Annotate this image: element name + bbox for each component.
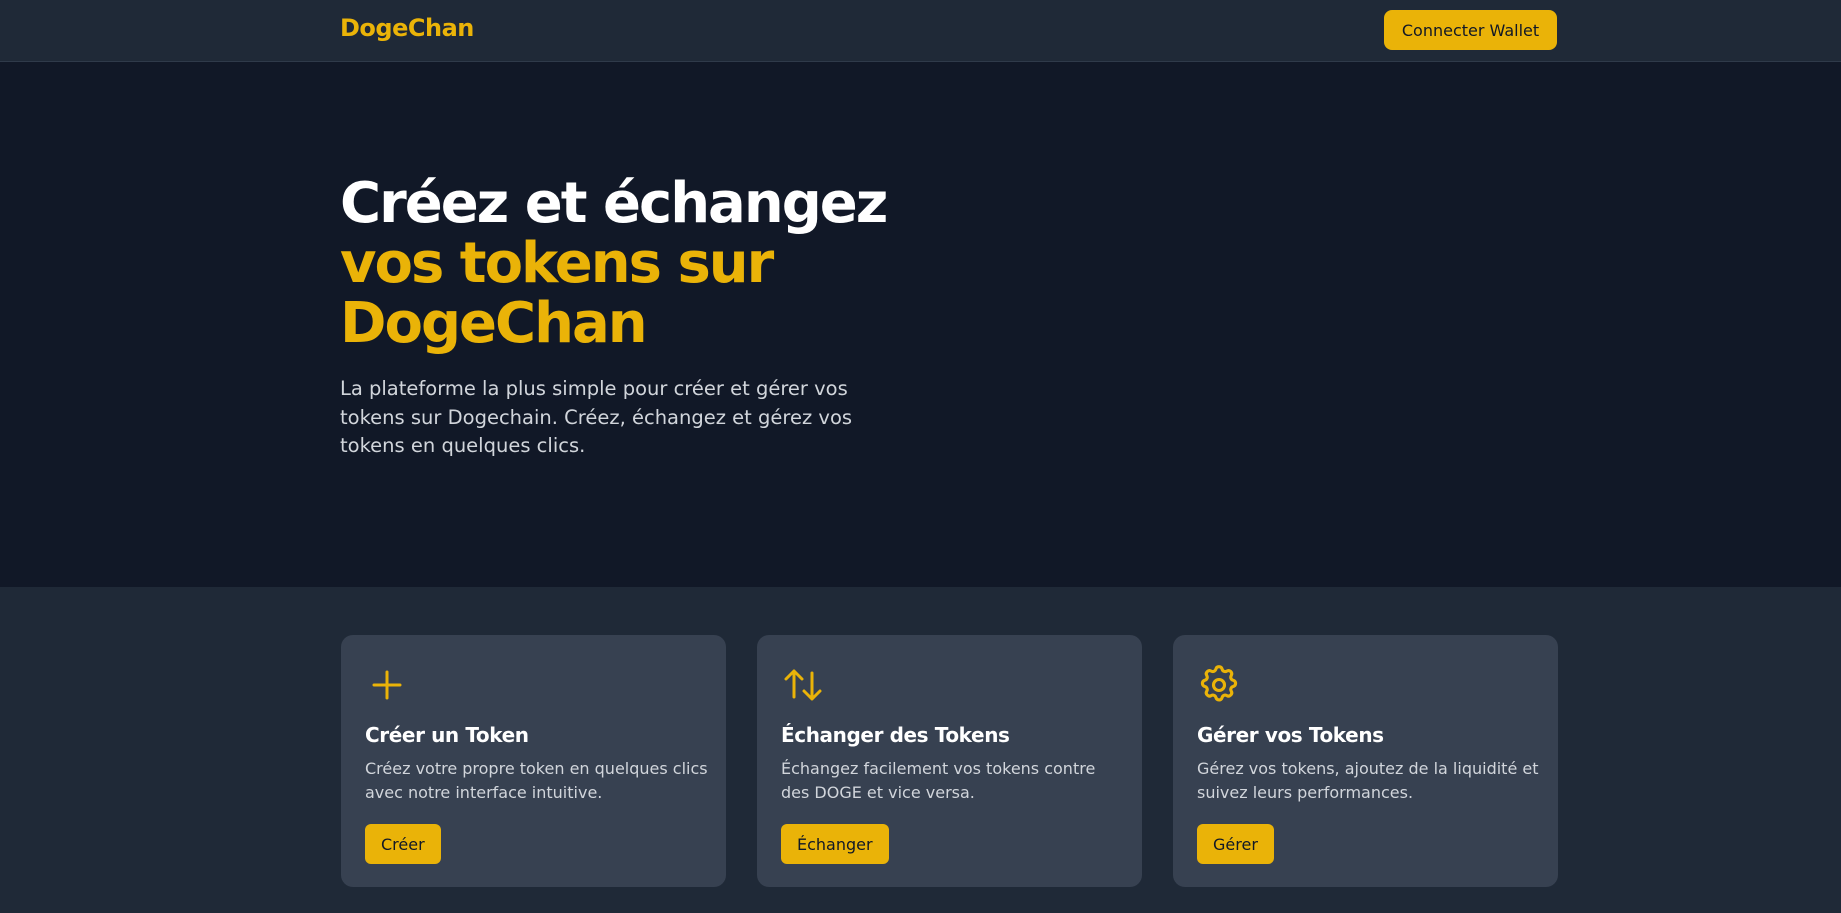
feature-description: Créez votre propre token en quelques cli… bbox=[365, 759, 708, 802]
plus-icon bbox=[365, 663, 409, 707]
brand-logo[interactable]: DogeChan bbox=[340, 14, 474, 42]
hero-title: Créez et échangez vos tokens sur DogeCha… bbox=[340, 174, 960, 354]
gear-icon bbox=[1197, 663, 1241, 707]
features-section: Créer un Token Créez votre propre token … bbox=[0, 587, 1841, 913]
feature-title: Échanger des Tokens bbox=[781, 723, 1010, 747]
exchange-tokens-button[interactable]: Échanger bbox=[781, 824, 889, 864]
feature-title: Gérer vos Tokens bbox=[1197, 723, 1384, 747]
hero-subtitle: La plateforme la plus simple pour créer … bbox=[340, 377, 853, 457]
top-navbar: DogeChan Connecter Wallet bbox=[0, 0, 1841, 62]
feature-card-exchange: Échanger des Tokens Échangez facilement … bbox=[757, 635, 1142, 887]
hero-title-line2: vos tokens sur DogeChan bbox=[340, 231, 774, 356]
hero-section: Créez et échangez vos tokens sur DogeCha… bbox=[0, 62, 1841, 587]
manage-tokens-button[interactable]: Gérer bbox=[1197, 824, 1274, 864]
create-token-button[interactable]: Créer bbox=[365, 824, 441, 864]
feature-card-manage: Gérer vos Tokens Gérez vos tokens, ajout… bbox=[1173, 635, 1558, 887]
hero-title-line1: Créez et échangez bbox=[340, 171, 888, 236]
feature-description: Gérez vos tokens, ajoutez de la liquidit… bbox=[1197, 759, 1539, 802]
feature-description: Échangez facilement vos tokens contre de… bbox=[781, 759, 1096, 802]
connect-wallet-button[interactable]: Connecter Wallet bbox=[1384, 10, 1557, 50]
swap-arrows-icon bbox=[781, 663, 825, 707]
feature-card-create: Créer un Token Créez votre propre token … bbox=[341, 635, 726, 887]
feature-title: Créer un Token bbox=[365, 723, 529, 747]
